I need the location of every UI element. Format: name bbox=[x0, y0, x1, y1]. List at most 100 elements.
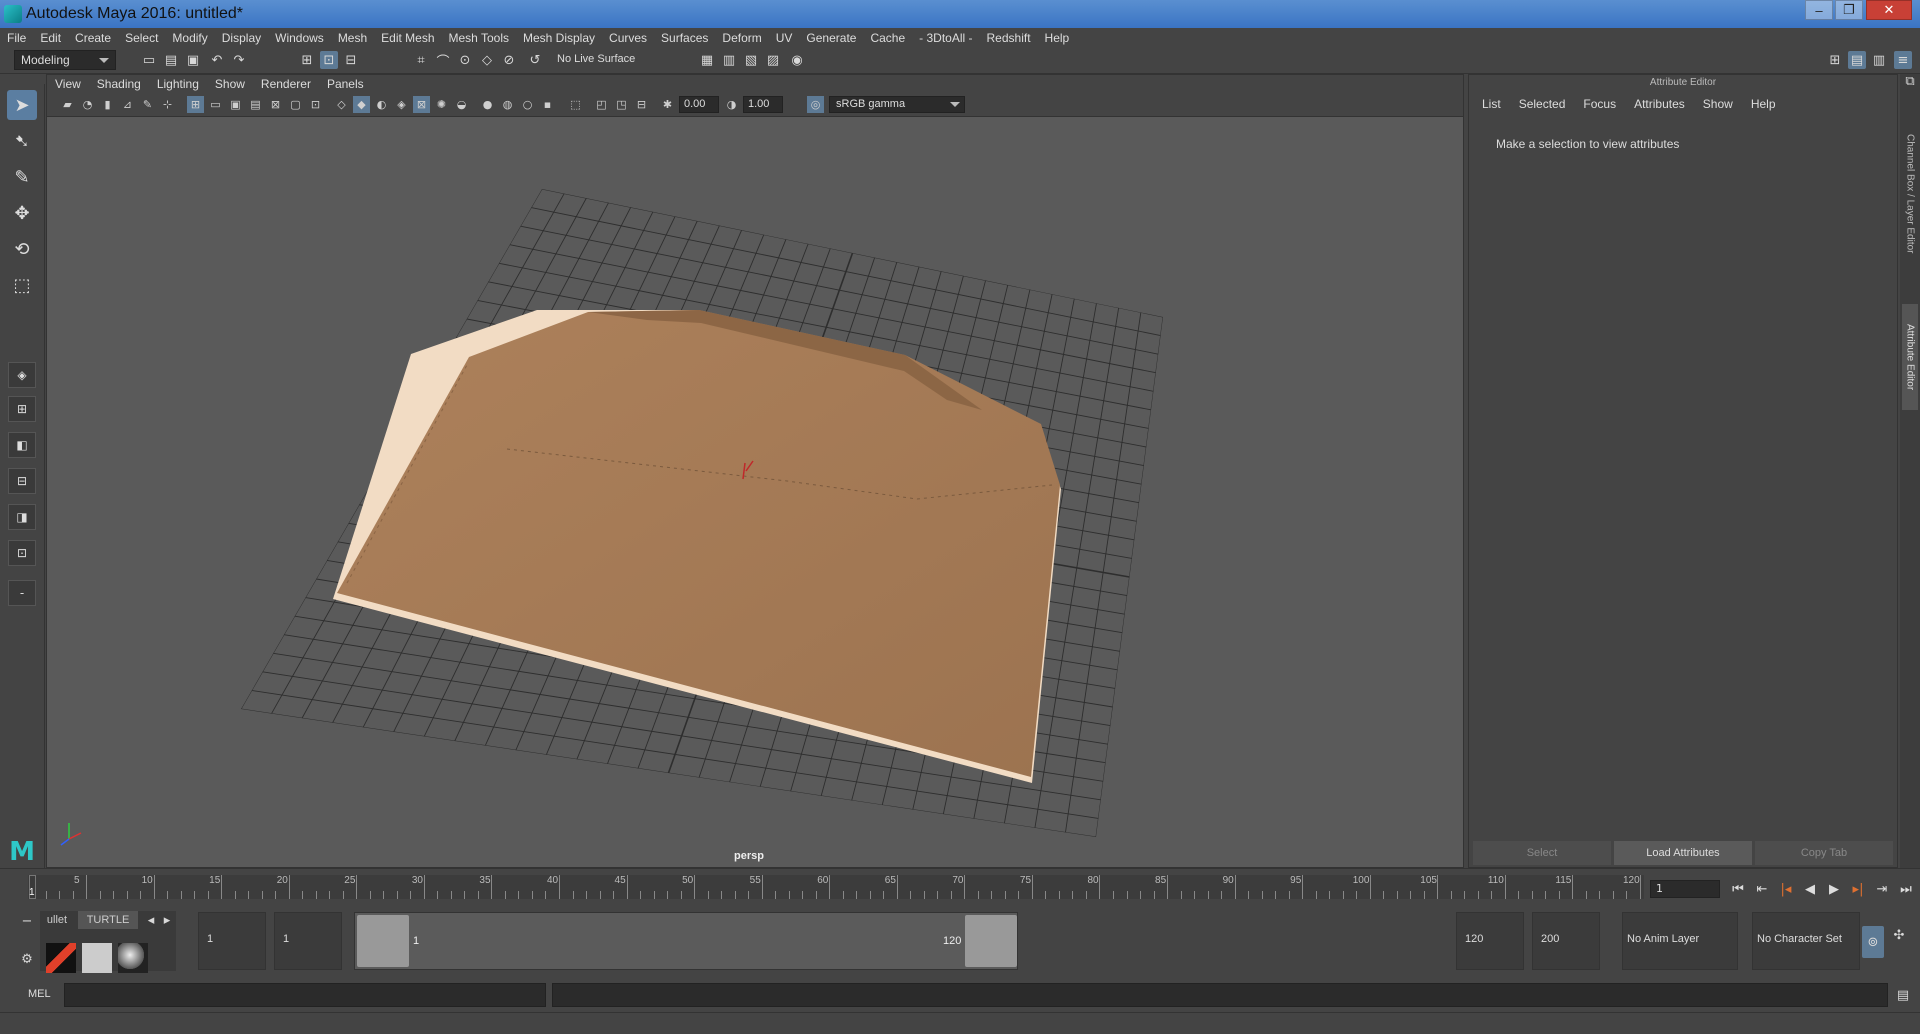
resolution-gate-icon[interactable]: ▣ bbox=[227, 96, 244, 113]
motion-blur-icon[interactable]: ◍ bbox=[499, 96, 516, 113]
channel-box-tab[interactable]: Channel Box / Layer Editor bbox=[1902, 94, 1918, 294]
menu-redshift[interactable]: Redshift bbox=[980, 31, 1038, 45]
menu-edit[interactable]: Edit bbox=[33, 31, 68, 45]
snap-view-plane-icon[interactable]: ◇ bbox=[478, 51, 496, 69]
wireframe-on-shaded-icon[interactable]: ◈ bbox=[393, 96, 410, 113]
animation-prefs-icon[interactable]: ✣ bbox=[1890, 926, 1908, 944]
save-scene-icon[interactable]: ▣ bbox=[184, 51, 202, 69]
step-forward-frame-icon[interactable]: ⇥ bbox=[1872, 879, 1892, 899]
redo-icon[interactable]: ↷ bbox=[230, 51, 248, 69]
command-input[interactable] bbox=[64, 983, 546, 1007]
viewport-menu-show[interactable]: Show bbox=[207, 77, 253, 91]
turtle-sphere-icon[interactable] bbox=[118, 943, 148, 973]
menu-generate[interactable]: Generate bbox=[799, 31, 863, 45]
shelf-next-icon[interactable]: ▸ bbox=[158, 911, 176, 929]
new-scene-icon[interactable]: ▭ bbox=[140, 51, 158, 69]
persp-outliner-graph-layout-icon[interactable]: ◨ bbox=[8, 504, 36, 530]
ae-menu-selected[interactable]: Selected bbox=[1510, 97, 1575, 111]
gamma-field[interactable]: 1.00 bbox=[743, 96, 783, 113]
menu-mesh-tools[interactable]: Mesh Tools bbox=[442, 31, 516, 45]
tool-settings-icon[interactable]: ▥ bbox=[1870, 51, 1888, 69]
grease-pencil-icon[interactable]: ✎ bbox=[139, 96, 156, 113]
color-management-icon[interactable]: ◎ bbox=[807, 96, 824, 113]
character-set-dropdown[interactable]: No Character Set bbox=[1752, 912, 1860, 970]
turtle-bake-icon[interactable] bbox=[82, 943, 112, 973]
hypershade-layout-icon[interactable]: ⊡ bbox=[8, 540, 36, 566]
rotate-tool-icon[interactable]: ⟲ bbox=[7, 234, 37, 264]
menu-set-dropdown[interactable]: Modeling bbox=[14, 50, 116, 70]
lasso-tool-icon[interactable]: ➷ bbox=[7, 126, 37, 156]
screen-space-ao-icon[interactable]: ● bbox=[479, 96, 496, 113]
anim-layer-dropdown[interactable]: No Anim Layer bbox=[1622, 912, 1738, 970]
film-gate-icon[interactable]: ▭ bbox=[207, 96, 224, 113]
menu-deform[interactable]: Deform bbox=[715, 31, 768, 45]
go-to-end-icon[interactable]: ⏭ bbox=[1896, 879, 1916, 899]
channel-box-toggle-icon[interactable]: ≡ bbox=[1894, 51, 1912, 69]
playback-end-field[interactable]: 120 bbox=[1456, 912, 1524, 970]
render-frame-icon[interactable]: ▥ bbox=[720, 51, 738, 69]
snap-point-icon[interactable]: ⊙ bbox=[456, 51, 474, 69]
render-region-icon[interactable]: ▦ bbox=[698, 51, 716, 69]
camera-select-icon[interactable]: ▰ bbox=[59, 96, 76, 113]
animation-end-field[interactable]: 200 bbox=[1532, 912, 1600, 970]
move-tool-icon[interactable]: ✥ bbox=[7, 198, 37, 228]
range-end-handle[interactable] bbox=[965, 915, 1017, 967]
render-settings-icon[interactable]: ▨ bbox=[764, 51, 782, 69]
script-editor-icon[interactable]: ▤ bbox=[1894, 986, 1912, 1004]
restore-button[interactable]: ❐ bbox=[1835, 0, 1863, 20]
live-surface-field[interactable]: No Live Surface bbox=[553, 50, 655, 70]
playback-start-field[interactable]: 1 bbox=[274, 912, 342, 970]
image-plane-icon[interactable]: ⊿ bbox=[119, 96, 136, 113]
menu-surfaces[interactable]: Surfaces bbox=[654, 31, 715, 45]
gate-mask-icon[interactable]: ▤ bbox=[247, 96, 264, 113]
viewport-menu-shading[interactable]: Shading bbox=[89, 77, 149, 91]
scene-canvas[interactable] bbox=[47, 117, 1463, 867]
textured-icon[interactable]: ⊠ bbox=[413, 96, 430, 113]
undo-icon[interactable]: ↶ bbox=[208, 51, 226, 69]
viewport-menu-renderer[interactable]: Renderer bbox=[253, 77, 319, 91]
play-forwards-icon[interactable]: ▶ bbox=[1824, 879, 1844, 899]
menu-modify[interactable]: Modify bbox=[165, 31, 214, 45]
single-perspective-layout-icon[interactable]: ◈ bbox=[8, 362, 36, 388]
ae-menu-focus[interactable]: Focus bbox=[1574, 97, 1625, 111]
range-start-handle[interactable] bbox=[357, 915, 409, 967]
menu-help[interactable]: Help bbox=[1038, 31, 1077, 45]
camera-attributes-icon[interactable]: ◔ bbox=[79, 96, 96, 113]
shelf-settings-icon[interactable]: ⚙ bbox=[18, 950, 36, 968]
step-back-frame-icon[interactable]: ⇤ bbox=[1752, 879, 1772, 899]
menu-cache[interactable]: Cache bbox=[863, 31, 912, 45]
viewport-menu-lighting[interactable]: Lighting bbox=[149, 77, 207, 91]
persp-graph-layout-icon[interactable]: ⊟ bbox=[8, 468, 36, 494]
open-scene-icon[interactable]: ▤ bbox=[162, 51, 180, 69]
ipr-render-icon[interactable]: ▧ bbox=[742, 51, 760, 69]
attribute-editor-toggle-icon[interactable]: ▤ bbox=[1848, 51, 1866, 69]
select-component-icon[interactable]: ⊟ bbox=[342, 51, 360, 69]
menu-3dtoall[interactable]: - 3DtoAll - bbox=[912, 31, 979, 45]
menu-select[interactable]: Select bbox=[118, 31, 165, 45]
menu-uv[interactable]: UV bbox=[769, 31, 800, 45]
close-button[interactable]: ✕ bbox=[1866, 0, 1912, 20]
menu-curves[interactable]: Curves bbox=[602, 31, 654, 45]
viewport-menu-view[interactable]: View bbox=[47, 77, 89, 91]
view-transform-dropdown[interactable]: sRGB gamma bbox=[829, 96, 965, 113]
viewport-menu-panels[interactable]: Panels bbox=[319, 77, 372, 91]
attribute-editor-tab[interactable]: Attribute Editor bbox=[1902, 304, 1918, 410]
shelf-collapse-icon[interactable]: − bbox=[18, 912, 36, 930]
go-to-start-icon[interactable]: ⏮ bbox=[1728, 879, 1748, 899]
time-ruler[interactable]: 5 10 15 20 25 30 35 40 45 50 55 60 65 70 75 80 85 90 95 100… bbox=[28, 875, 1644, 899]
viewport-panel[interactable]: View Shading Lighting Show Renderer Pane… bbox=[46, 74, 1464, 868]
xray-icon[interactable]: ◰ bbox=[593, 96, 610, 113]
ae-copy-tab-button[interactable]: Copy Tab bbox=[1755, 841, 1893, 865]
wireframe-icon[interactable]: ◇ bbox=[333, 96, 350, 113]
menu-mesh-display[interactable]: Mesh Display bbox=[516, 31, 602, 45]
menu-mesh[interactable]: Mesh bbox=[331, 31, 374, 45]
shadows-icon[interactable]: ◒ bbox=[453, 96, 470, 113]
menu-file[interactable]: File bbox=[0, 31, 33, 45]
hypershade-icon[interactable]: ◉ bbox=[788, 51, 806, 69]
snap-curve-icon[interactable]: ⌒ bbox=[434, 51, 452, 70]
script-language-toggle[interactable]: MEL bbox=[28, 988, 51, 1000]
ae-load-attributes-button[interactable]: Load Attributes bbox=[1614, 841, 1752, 865]
select-tool-icon[interactable]: ➤ bbox=[7, 90, 37, 120]
safe-title-icon[interactable]: ⊡ bbox=[307, 96, 324, 113]
step-back-key-icon[interactable]: |◂ bbox=[1776, 879, 1796, 899]
